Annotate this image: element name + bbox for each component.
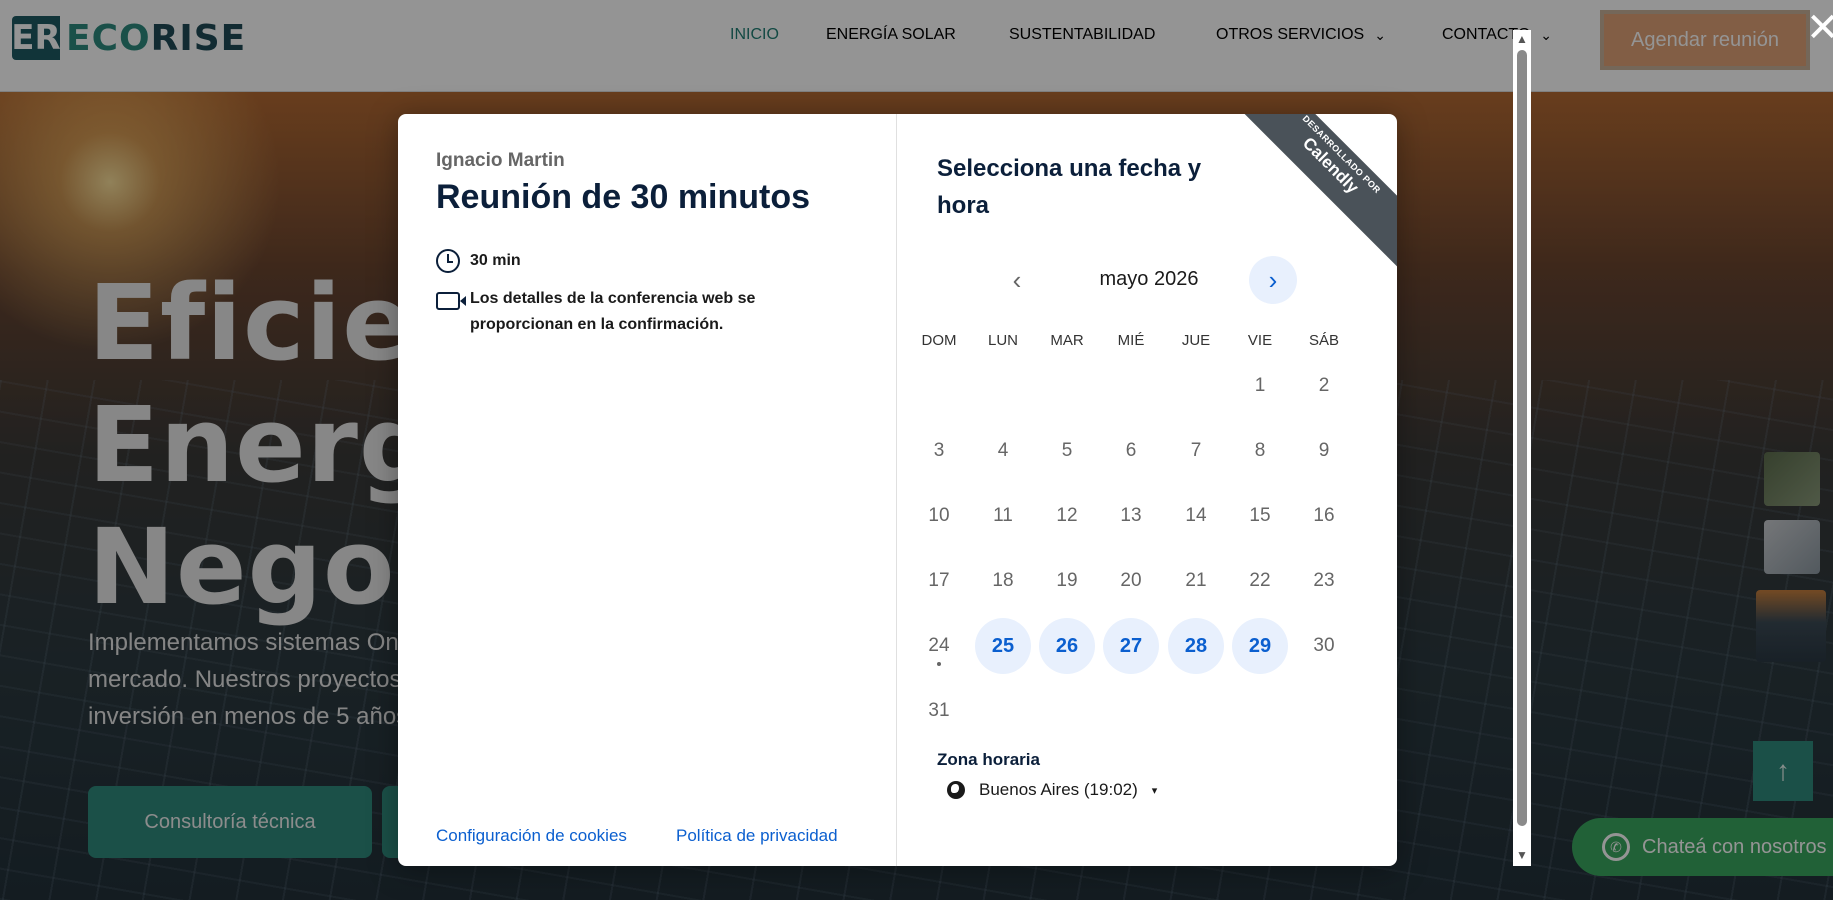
- calendar-day-available[interactable]: 29: [1232, 618, 1288, 674]
- cookie-settings-link[interactable]: Configuración de cookies: [436, 826, 627, 846]
- calendar-day: 5: [1061, 440, 1073, 461]
- conference-note-line: proporcionan en la confirmación.: [470, 316, 724, 333]
- weekday-label: MAR: [1050, 332, 1084, 349]
- calendar-day: 6: [1125, 440, 1137, 461]
- calendar-day: 19: [1056, 570, 1078, 591]
- calendar-day: 18: [992, 570, 1014, 591]
- scroll-up-arrow[interactable]: ▲: [1515, 32, 1529, 46]
- weekday-label: MIÉ: [1117, 332, 1145, 349]
- calendar-day-available[interactable]: 27: [1103, 618, 1159, 674]
- clock-icon: [436, 249, 460, 273]
- date-picker-pane: DESARROLLADO POR Calendly Selecciona una…: [897, 114, 1397, 866]
- caret-down-icon: ▾: [1151, 784, 1158, 797]
- calendar-day: 23: [1313, 570, 1335, 591]
- scroll-down-arrow[interactable]: ▼: [1515, 848, 1529, 862]
- calendar-day: 3: [933, 440, 945, 461]
- calendar-day: 12: [1056, 505, 1078, 526]
- timezone-select[interactable]: Buenos Aires (19:02) ▾: [947, 780, 1157, 800]
- calendar-day: 13: [1120, 505, 1142, 526]
- calendar-day: 20: [1120, 570, 1142, 591]
- globe-icon: [947, 781, 965, 799]
- previous-month-button[interactable]: ‹: [997, 260, 1037, 300]
- weekday-label: DOM: [921, 332, 957, 349]
- duration-row: 30 min: [436, 248, 521, 274]
- calendar-day: 16: [1313, 505, 1335, 526]
- calendar-day-available[interactable]: 28: [1168, 618, 1224, 674]
- calendar-day: 14: [1185, 505, 1207, 526]
- scrollbar[interactable]: ▲ ▼: [1513, 30, 1531, 866]
- month-navigation: ‹ mayo 2026 ›: [997, 256, 1297, 304]
- close-icon[interactable]: ✕: [1806, 8, 1833, 48]
- calendar-day: 9: [1318, 440, 1330, 461]
- calendar-day: 30: [1313, 635, 1335, 656]
- privacy-policy-link[interactable]: Política de privacidad: [676, 826, 838, 846]
- calendar-day: 1: [1254, 375, 1266, 396]
- conference-row: Los detalles de la conferencia web se pr…: [436, 286, 755, 338]
- calendar-day: 24: [911, 618, 967, 674]
- calendar-day: 2: [1318, 375, 1330, 396]
- calendar-day: 4: [997, 440, 1009, 461]
- conference-note-line: Los detalles de la conferencia web se: [470, 290, 756, 307]
- weekday-label: LUN: [987, 332, 1018, 349]
- calendar-day-available[interactable]: 25: [975, 618, 1031, 674]
- current-month: mayo 2026: [1099, 268, 1199, 290]
- today-indicator: [937, 662, 941, 666]
- next-month-button[interactable]: ›: [1249, 256, 1297, 304]
- calendar-day: 21: [1185, 570, 1207, 591]
- video-camera-icon: [436, 292, 466, 310]
- calendar-day: 11: [993, 505, 1013, 526]
- conference-note: Los detalles de la conferencia web se pr…: [470, 286, 755, 338]
- calendar-day-available[interactable]: 26: [1039, 618, 1095, 674]
- calendar-day: 17: [928, 570, 950, 591]
- weekday-label: VIE: [1247, 332, 1273, 349]
- calendly-modal: Ignacio Martin Reunión de 30 minutos 30 …: [398, 114, 1397, 866]
- organizer-name: Ignacio Martin: [436, 150, 565, 171]
- event-title: Reunión de 30 minutos: [436, 178, 811, 216]
- weekday-label: SÁB: [1308, 332, 1339, 349]
- weekday-label: JUE: [1181, 332, 1211, 349]
- calendar-day: 10: [928, 505, 950, 526]
- calendar-day: 15: [1249, 505, 1271, 526]
- event-details-pane: Ignacio Martin Reunión de 30 minutos 30 …: [398, 114, 897, 866]
- powered-by-calendly-ribbon[interactable]: DESARROLLADO POR Calendly: [1221, 114, 1397, 275]
- calendar-day: 8: [1254, 440, 1266, 461]
- select-date-title: Selecciona una fecha y hora: [937, 155, 1202, 219]
- timezone-value: Buenos Aires (19:02): [979, 780, 1138, 799]
- calendar-day: 22: [1249, 570, 1271, 591]
- timezone-label: Zona horaria: [937, 750, 1040, 769]
- scrollbar-thumb[interactable]: [1517, 50, 1527, 826]
- ribbon-small-text: DESARROLLADO POR: [1300, 114, 1383, 196]
- calendar-day: 7: [1190, 440, 1202, 461]
- calendar-day: 31: [928, 700, 950, 721]
- duration-label: 30 min: [470, 252, 521, 269]
